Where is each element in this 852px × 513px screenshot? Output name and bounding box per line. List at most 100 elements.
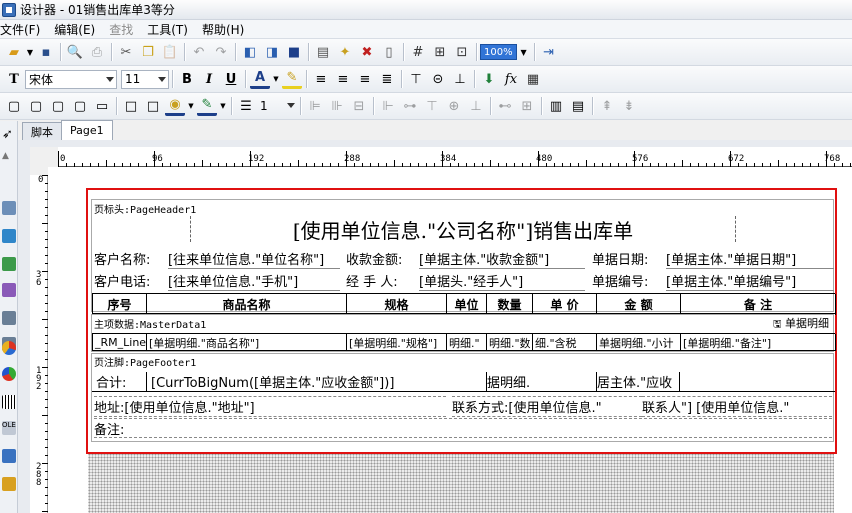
space-h-icon[interactable]: ⊶ [400,96,420,116]
fill-color-icon[interactable]: ◉ [165,96,185,116]
cut-icon[interactable]: ✂ [116,42,136,62]
customer-phone-label[interactable]: 客户电话: [94,271,166,290]
select-all-icon[interactable]: ■ [284,42,304,62]
valign-middle-icon[interactable]: ⊝ [428,69,448,89]
valign-top-icon[interactable]: ⊤ [406,69,426,89]
menu-help[interactable]: 帮助(H) [195,21,251,38]
address-field[interactable]: 地址:[使用单位信息."地址"] [94,396,446,417]
total-sum-field[interactable]: 居主体."应收 [596,372,680,391]
detail-remark[interactable]: [单据明细."备注"] [681,334,836,351]
fill-dropdown-icon[interactable]: ▼ [187,96,195,116]
handler-label[interactable]: 经 手 人: [346,271,418,290]
bold-icon[interactable]: B [177,69,197,89]
new-page-icon[interactable]: ✦ [335,42,355,62]
col-header-amount[interactable]: 金 额 [597,294,681,315]
grid-align-icon[interactable]: ⊞ [430,42,450,62]
line-width-select[interactable]: 1 [257,97,297,116]
exit-icon[interactable]: ⇥ [539,42,559,62]
frame-all-icon[interactable]: ▭ [92,96,112,116]
ole-object-icon[interactable]: OLE [2,421,16,435]
italic-icon[interactable]: I [199,69,219,89]
select-arrow-icon[interactable]: ➶ [2,127,16,142]
date-field[interactable]: [单据主体."单据日期"] [666,249,834,269]
rich-text-object-icon[interactable] [2,367,16,381]
center-window-icon[interactable]: ⊟ [349,96,369,116]
font-name-select[interactable]: 宋体 [25,69,117,89]
col-header-product[interactable]: 商品名称 [147,294,347,315]
report-design-area[interactable]: 页标头:PageHeader1 [使用单位信息."公司名称"]销售出库单 客户名… [86,188,837,454]
memo-icon[interactable]: ▦ [523,69,543,89]
contact-label-field[interactable]: 联系方式:[使用单位信息." [452,396,642,417]
align-lefts-icon[interactable]: ⊫ [305,96,325,116]
underline-icon[interactable]: U [221,69,241,89]
text-object-icon[interactable] [2,201,16,215]
chart-object-icon[interactable] [2,341,16,355]
grid-icon[interactable]: # [408,42,428,62]
customer-phone-field[interactable]: [往来单位信息."手机"] [168,271,340,291]
tab-script[interactable]: 脚本 [22,122,62,140]
detail-spec[interactable]: [单据明细."规格"] [347,334,447,351]
receivable-field[interactable]: [单据主体."收款金额"] [419,249,585,269]
function-icon[interactable]: fx [501,69,521,89]
insert-field-icon[interactable]: ⬇ [479,69,499,89]
align-bottoms-icon[interactable]: ⊥ [466,96,486,116]
copy-icon[interactable]: ❐ [138,42,158,62]
frame-color-icon[interactable]: ✎ [197,96,217,116]
detail-unit[interactable]: 明细." [447,334,487,351]
customer-name-label[interactable]: 客户名称: [94,249,166,268]
print-icon[interactable]: ⎙ [87,42,107,62]
fit-grid-icon[interactable]: ⊡ [452,42,472,62]
remark-field[interactable]: 备注: [94,418,832,438]
align-right-icon[interactable]: ≡ [355,69,375,89]
col-header-qty[interactable]: 数量 [487,294,533,315]
frame-top-icon[interactable]: ▢ [48,96,68,116]
detail-qty[interactable]: 明细."数 [487,334,533,351]
align-left-icon[interactable]: ≡ [311,69,331,89]
font-color-icon[interactable]: A [250,69,270,89]
space-v-icon[interactable]: ⊷ [495,96,515,116]
zoom-select[interactable]: 100% [480,44,517,60]
picture-object-icon[interactable] [2,257,16,271]
align-justify-icon[interactable]: ≣ [377,69,397,89]
page-footer-band[interactable]: 页注脚:PageFooter1 合计: [CurrToBigNum([单据主体.… [91,353,835,442]
frame-color-dropdown-icon[interactable]: ▼ [219,96,227,116]
col-header-price[interactable]: 单 价 [533,294,597,315]
valign-bottom-icon[interactable]: ⊥ [450,69,470,89]
frame-style-icon[interactable]: ☰ [236,96,256,116]
customer-name-field[interactable]: [往来单位信息."单位名称"] [168,249,340,269]
zoom-dropdown-icon[interactable]: ▼ [518,42,530,62]
font-color-dropdown-icon[interactable]: ▼ [272,69,280,89]
detail-amount[interactable]: 单据明细."小计 [597,334,681,351]
detail-product[interactable]: [单据明细."商品名称"] [147,334,347,351]
band-object-icon[interactable] [2,311,16,325]
menu-tools[interactable]: 工具(T) [140,21,195,38]
scroll-up-icon[interactable]: ▲ [2,151,16,165]
tab-page1[interactable]: Page1 [61,120,113,140]
save-icon[interactable]: ▪ [36,42,56,62]
handler-field[interactable]: [单据头."经手人"] [419,271,585,291]
font-size-select[interactable]: 11 [121,69,169,89]
align-vcenter-icon[interactable]: ⊕ [444,96,464,116]
frame-box-icon[interactable]: □ [121,96,141,116]
align-tops-icon[interactable]: ⊤ [422,96,442,116]
highlight-icon[interactable]: ✎ [282,69,302,89]
doc-no-field[interactable]: [单据主体."单据编号"] [666,271,834,291]
col-header-remark[interactable]: 备 注 [681,294,836,315]
receivable-label[interactable]: 收款金额: [346,249,418,268]
col-header-spec[interactable]: 规格 [347,294,447,315]
center-v-icon[interactable]: ⊞ [517,96,537,116]
new-band-icon[interactable]: ▤ [313,42,333,62]
frame-bottom-icon[interactable]: ▢ [70,96,90,116]
no-frame-icon[interactable]: □ [143,96,163,116]
open-icon[interactable]: ▰ [4,42,24,62]
redo-icon[interactable]: ↷ [211,42,231,62]
send-back-icon[interactable]: ◨ [262,42,282,62]
page-properties-icon[interactable]: ▯ [379,42,399,62]
page-header-band[interactable]: 页标头:PageHeader1 [使用单位信息."公司名称"]销售出库单 客户名… [91,199,836,315]
date-label[interactable]: 单据日期: [592,249,664,268]
report-title-field[interactable]: [使用单位信息."公司名称"]销售出库单 [190,216,736,243]
col-header-unit[interactable]: 单位 [447,294,487,315]
bring-front-icon[interactable]: ◧ [240,42,260,62]
crosstab-object-icon[interactable] [2,449,16,463]
contact-person-field[interactable]: 联系人"] [使用单位信息." [642,396,832,417]
